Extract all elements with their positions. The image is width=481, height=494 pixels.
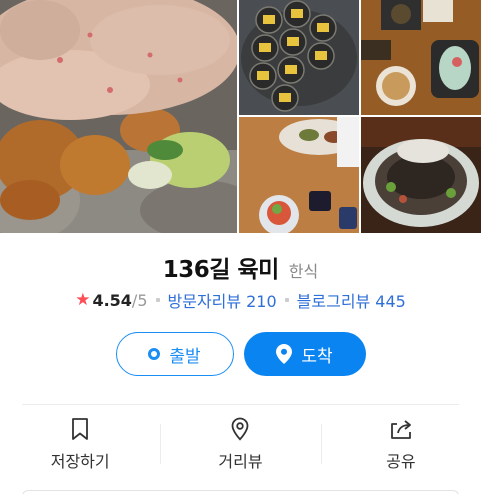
blog-reviews-count: 445 xyxy=(375,292,406,311)
separator-dot xyxy=(155,298,160,302)
origin-dot-icon xyxy=(148,348,161,360)
photo-side-dishes[interactable] xyxy=(239,117,359,233)
photo-table-spread[interactable] xyxy=(361,0,481,115)
place-title-row: 136길 육미 한식 xyxy=(0,250,481,284)
bookmark-icon xyxy=(72,418,89,440)
rating-review-row: ★ 4.54 /5 방문자리뷰 210 블로그리뷰 445 xyxy=(0,288,481,312)
route-arrive-button[interactable]: 도착 xyxy=(243,332,366,376)
location-pin-icon xyxy=(276,344,293,364)
place-category: 한식 xyxy=(288,262,319,281)
route-start-label: 출발 xyxy=(169,346,201,367)
blog-reviews-link[interactable]: 블로그리뷰 445 xyxy=(297,288,406,312)
separator-dot xyxy=(284,298,289,302)
save-button[interactable]: 저장하기 xyxy=(0,416,160,476)
star-icon: ★ xyxy=(75,290,91,310)
share-button[interactable]: 공유 xyxy=(320,416,481,476)
photo-fried-chicken-salad[interactable] xyxy=(0,0,237,233)
save-label: 저장하기 xyxy=(50,452,110,471)
street-view-label: 거리뷰 xyxy=(218,452,263,471)
next-section-card xyxy=(22,490,459,494)
place-name: 136길 육미 xyxy=(162,257,280,283)
street-view-button[interactable]: 거리뷰 xyxy=(160,416,320,476)
place-detail-page: 136길 육미 한식 ★ 4.54 /5 방문자리뷰 210 블로그리뷰 445 출… xyxy=(0,0,481,494)
photo-beef-dish[interactable] xyxy=(361,117,481,233)
share-icon xyxy=(390,420,411,439)
visitor-reviews-label: 방문자리뷰 xyxy=(167,292,242,311)
share-label: 공유 xyxy=(386,452,416,471)
divider xyxy=(22,404,459,405)
visitor-reviews-link[interactable]: 방문자리뷰 210 xyxy=(168,288,277,312)
action-bar: 저장하기 거리뷰 공유 xyxy=(0,416,481,476)
route-arrive-label: 도착 xyxy=(301,346,333,367)
photo-kimbap[interactable] xyxy=(239,0,359,115)
rating-value: 4.54 xyxy=(92,290,132,310)
blog-reviews-label: 블로그리뷰 xyxy=(296,292,371,311)
photo-gallery xyxy=(0,0,481,233)
rating-max: /5 xyxy=(131,290,148,310)
route-buttons: 출발 도착 xyxy=(0,332,481,376)
route-start-button[interactable]: 출발 xyxy=(115,332,234,376)
visitor-reviews-count: 210 xyxy=(246,292,277,311)
map-pin-icon xyxy=(232,417,249,441)
